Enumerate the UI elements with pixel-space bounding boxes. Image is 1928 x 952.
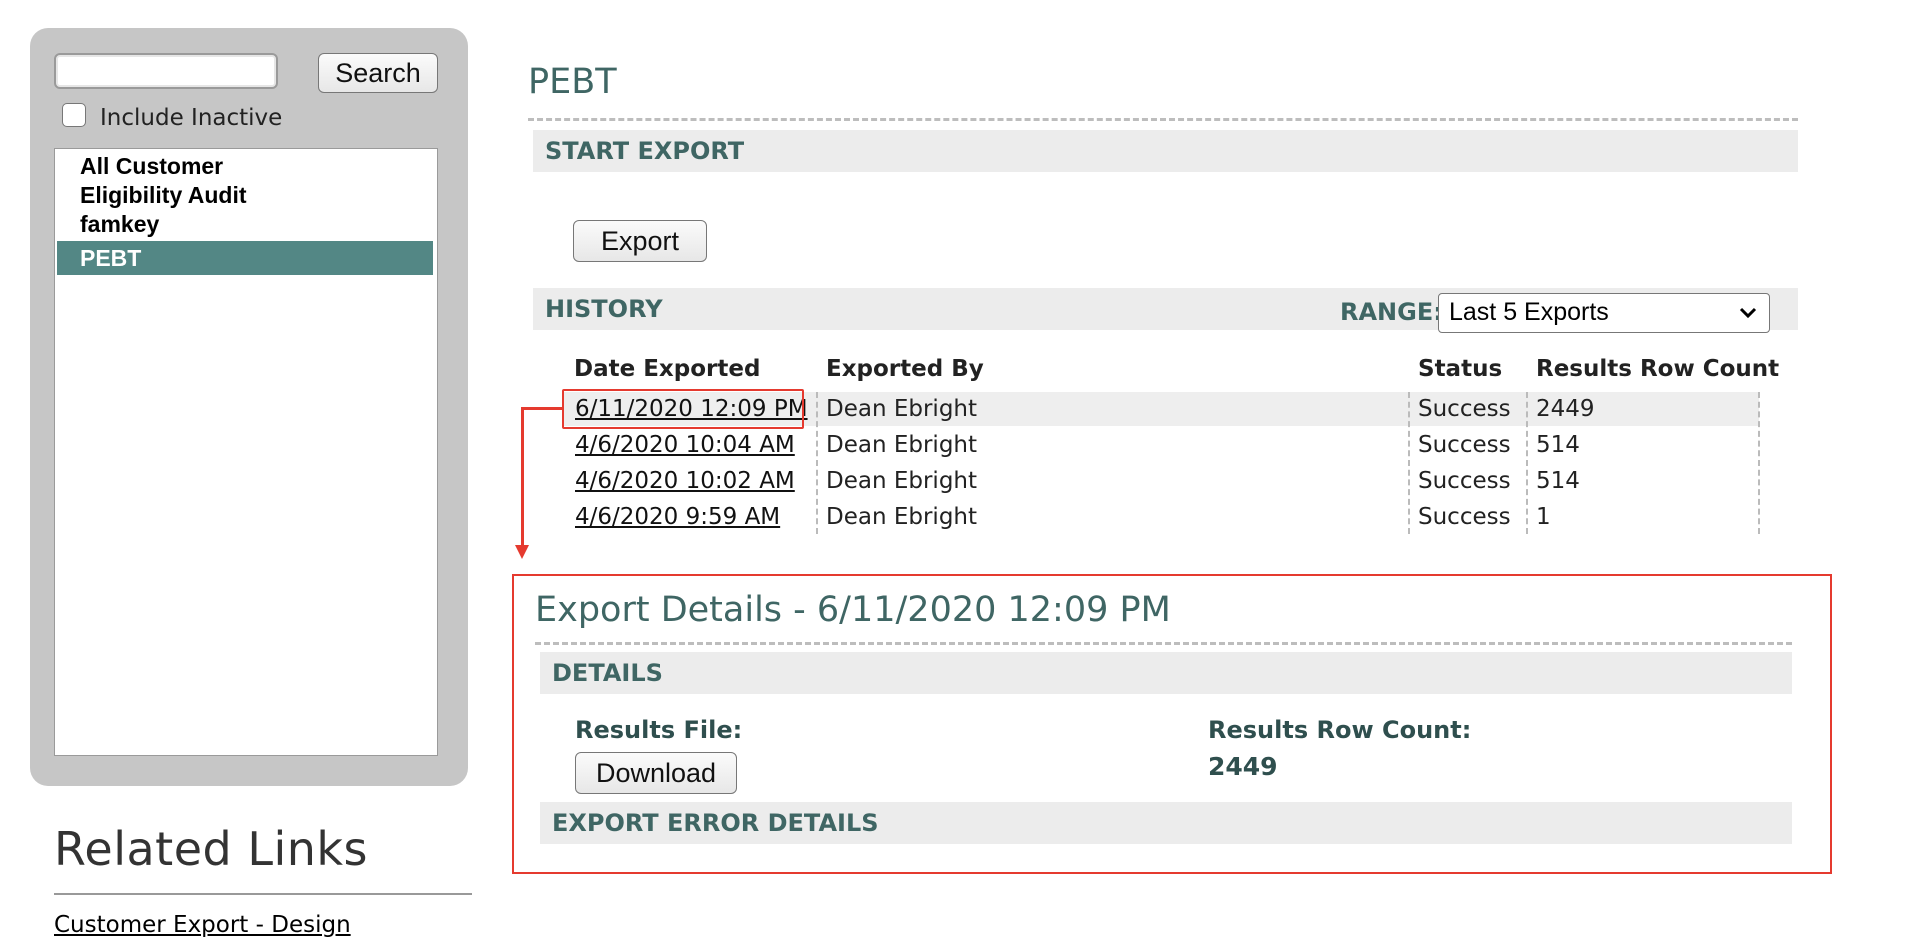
related-links-divider — [54, 893, 472, 895]
related-links-title: Related Links — [54, 822, 368, 876]
include-inactive-label: Include Inactive — [100, 105, 283, 131]
export-error-details-header: EXPORT ERROR DETAILS — [540, 802, 1792, 844]
page-title: PEBT — [528, 62, 617, 102]
details-header: DETAILS — [540, 652, 1792, 694]
range-select-value: Last 5 Exports — [1449, 298, 1609, 326]
title-divider — [528, 118, 1798, 121]
export-list: All Customer Eligibility Audit famkey PE… — [54, 148, 438, 756]
status-cell: Success — [1418, 432, 1511, 458]
exported-by-cell: Dean Ebright — [826, 468, 978, 494]
row-count-cell: 1 — [1536, 504, 1551, 530]
annotation-arrow-line — [522, 407, 562, 410]
annotation-arrow-line — [521, 407, 524, 547]
list-item-famkey[interactable]: famkey — [57, 207, 433, 241]
table-row: 4/6/2020 9:59 AM Dean Ebright Success 1 — [563, 500, 1759, 534]
range-label: RANGE: — [1340, 298, 1443, 326]
status-cell: Success — [1418, 396, 1511, 422]
column-divider — [1526, 392, 1528, 534]
status-cell: Success — [1418, 504, 1511, 530]
exported-by-cell: Dean Ebright — [826, 396, 978, 422]
include-inactive-checkbox[interactable] — [62, 103, 86, 127]
status-cell: Success — [1418, 468, 1511, 494]
date-exported-link[interactable]: 4/6/2020 10:04 AM — [575, 428, 795, 462]
details-divider — [535, 642, 1792, 645]
column-header-status: Status — [1418, 356, 1503, 382]
range-select[interactable]: Last 5 Exports — [1438, 293, 1770, 333]
column-header-date-exported: Date Exported — [574, 356, 761, 382]
table-row: 4/6/2020 10:04 AM Dean Ebright Success 5… — [563, 428, 1759, 462]
related-link-customer-export-design[interactable]: Customer Export - Design — [54, 912, 351, 938]
details-heading: DETAILS — [552, 659, 663, 687]
export-details-title: Export Details - 6/11/2020 12:09 PM — [535, 590, 1171, 630]
table-row: 4/6/2020 10:02 AM Dean Ebright Success 5… — [563, 464, 1759, 498]
column-divider — [816, 392, 818, 534]
row-count-cell: 514 — [1536, 468, 1580, 494]
results-row-count-label: Results Row Count: — [1208, 716, 1472, 744]
export-button[interactable]: Export — [573, 220, 707, 262]
results-row-count-value: 2449 — [1208, 752, 1278, 781]
history-heading: HISTORY — [545, 295, 663, 323]
exported-by-cell: Dean Ebright — [826, 432, 978, 458]
chevron-down-icon — [1739, 294, 1757, 344]
column-divider — [1408, 392, 1410, 534]
column-header-results-row-count: Results Row Count — [1536, 356, 1780, 382]
row-count-cell: 2449 — [1536, 396, 1595, 422]
date-exported-link[interactable]: 4/6/2020 10:02 AM — [575, 464, 795, 498]
export-error-details-heading: EXPORT ERROR DETAILS — [552, 809, 879, 837]
start-export-heading: START EXPORT — [545, 137, 745, 165]
search-button[interactable]: Search — [318, 53, 438, 93]
date-exported-link[interactable]: 4/6/2020 9:59 AM — [575, 500, 780, 534]
annotation-arrow-head-icon — [515, 545, 529, 559]
annotation-highlight-box — [562, 389, 804, 429]
exported-by-cell: Dean Ebright — [826, 504, 978, 530]
results-file-label: Results File: — [575, 716, 743, 744]
column-divider — [1758, 392, 1760, 534]
row-count-cell: 514 — [1536, 432, 1580, 458]
download-button[interactable]: Download — [575, 752, 737, 794]
sidebar-panel: Search Include Inactive All Customer Eli… — [30, 28, 468, 786]
search-input[interactable] — [54, 53, 278, 89]
start-export-header: START EXPORT — [533, 130, 1798, 172]
column-header-exported-by: Exported By — [826, 356, 984, 382]
list-item-pebt[interactable]: PEBT — [57, 241, 433, 275]
